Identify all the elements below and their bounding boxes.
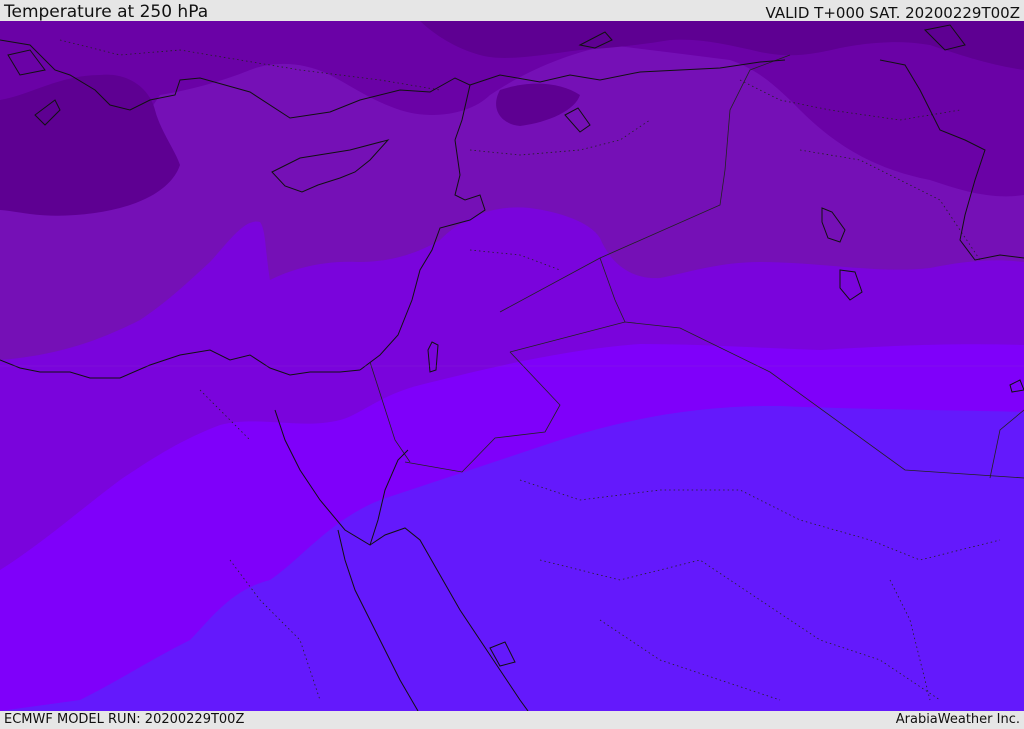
provider-credit: ArabiaWeather Inc. [895, 712, 1020, 727]
temperature-map[interactable] [0, 21, 1024, 711]
valid-time: VALID T+000 SAT. 20200229T00Z [765, 4, 1020, 22]
map-title: Temperature at 250 hPa [4, 2, 209, 22]
map-header: Temperature at 250 hPa VALID T+000 SAT. … [0, 0, 1024, 22]
model-run: ECMWF MODEL RUN: 20200229T00Z [4, 712, 245, 727]
map-footer: ECMWF MODEL RUN: 20200229T00Z ArabiaWeat… [0, 711, 1024, 729]
